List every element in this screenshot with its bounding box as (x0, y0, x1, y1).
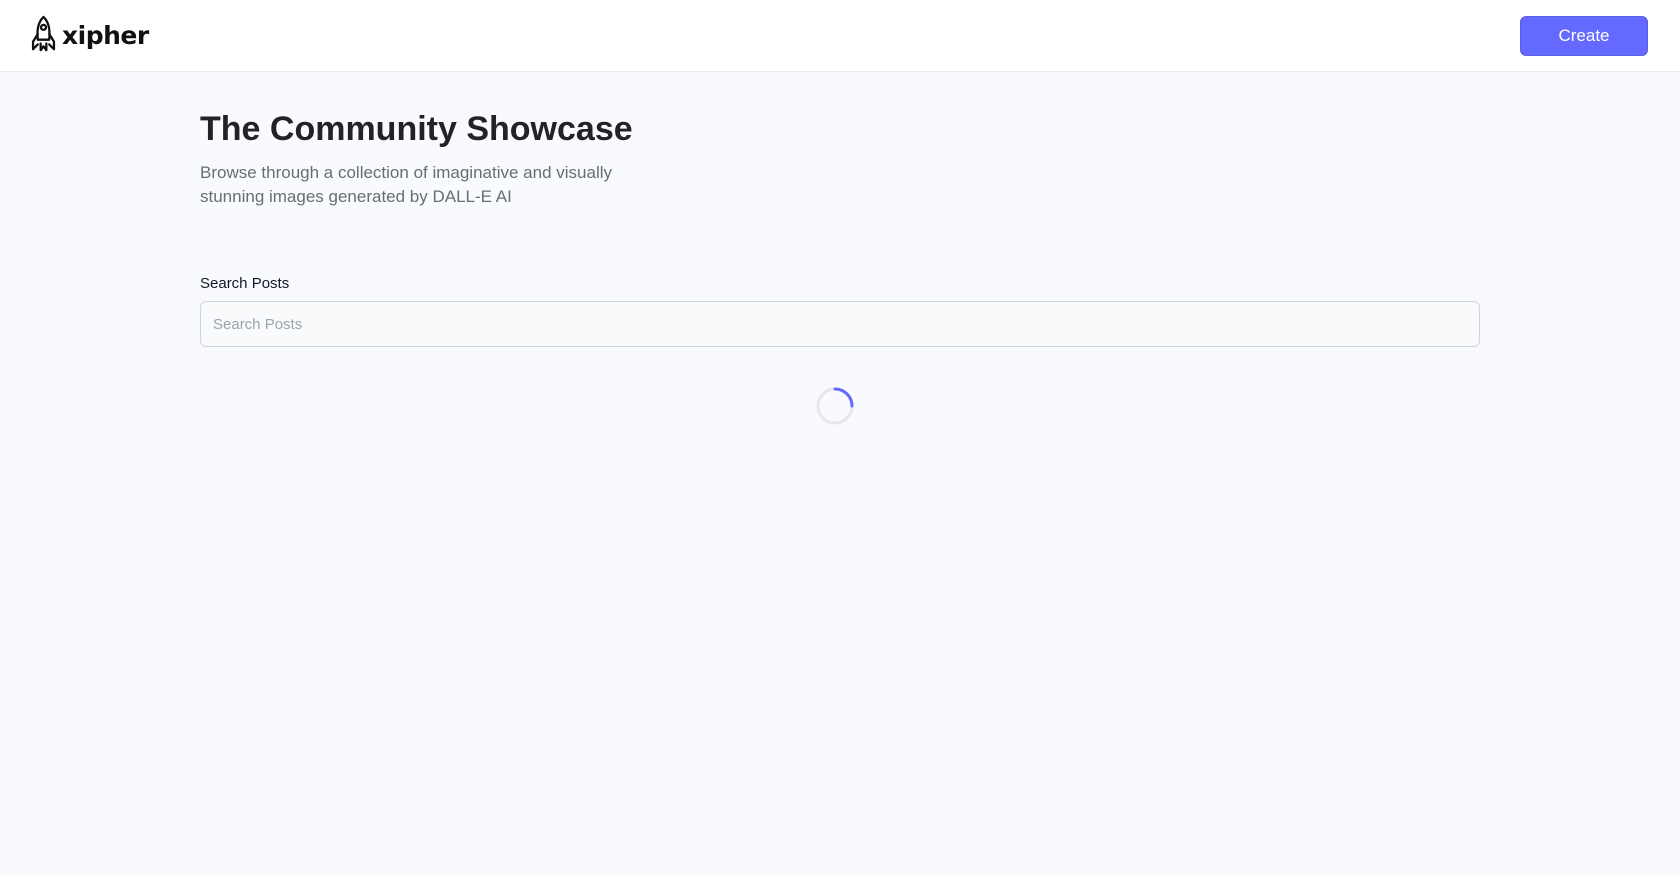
search-label: Search Posts (200, 275, 290, 292)
search-input[interactable] (200, 301, 1480, 347)
site-header: xipher Create (0, 0, 1680, 72)
logo-text: xipher (62, 21, 149, 50)
rocket-icon (31, 15, 56, 58)
loader-spinner-icon (815, 386, 855, 426)
create-button[interactable]: Create (1520, 16, 1648, 56)
page-subtitle: Browse through a collection of imaginati… (200, 163, 613, 206)
logo-link[interactable]: xipher (31, 15, 149, 58)
page-title: The Community Showcase (200, 110, 633, 148)
